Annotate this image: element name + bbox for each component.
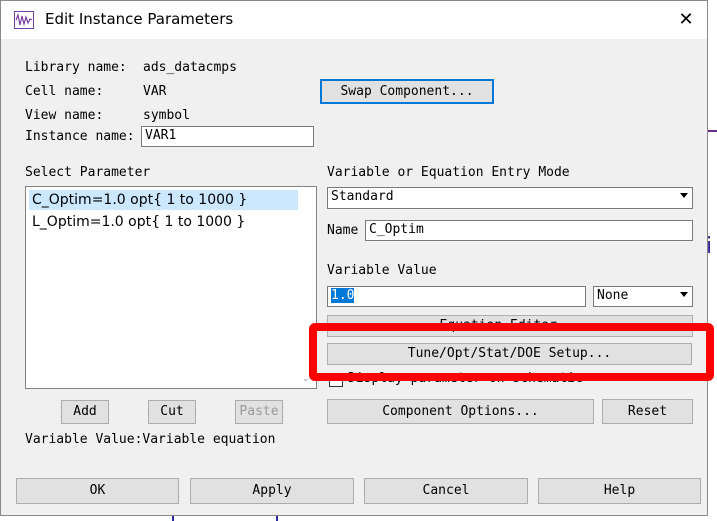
library-name-label: Library name: (25, 60, 127, 75)
schematic-wire (708, 130, 717, 132)
instance-name-input[interactable]: VAR1 (141, 126, 314, 147)
app-icon (14, 11, 34, 29)
entry-mode-select[interactable]: Standard (327, 187, 693, 209)
ok-button[interactable]: OK (16, 478, 179, 504)
entry-mode-value: Standard (331, 189, 394, 204)
list-item[interactable]: L_Optim=1.0 opt{ 1 to 1000 } (29, 212, 248, 232)
parameter-list[interactable]: C_Optim=1.0 opt{ 1 to 1000 } L_Optim=1.0… (25, 186, 317, 389)
name-label: Name (327, 223, 359, 238)
name-input[interactable]: C_Optim (365, 220, 693, 241)
view-name-value: symbol (143, 108, 190, 123)
chevron-down-icon (680, 193, 688, 198)
variable-value-input[interactable]: 1.0 (327, 286, 586, 307)
paste-button[interactable]: Paste (235, 400, 283, 424)
title-bar: Edit Instance Parameters ✕ (1, 1, 707, 39)
help-button[interactable]: Help (538, 478, 701, 504)
instance-name-label: Instance name: (25, 129, 135, 144)
variable-value-label: Variable Value (327, 263, 437, 278)
unit-value: None (597, 288, 629, 303)
apply-button[interactable]: Apply (190, 478, 354, 504)
library-name-value: ads_datacmps (143, 60, 237, 75)
selected-value-text: 1.0 (331, 288, 355, 303)
cancel-button[interactable]: Cancel (364, 478, 528, 504)
cut-button[interactable]: Cut (148, 400, 196, 424)
highlight-box (309, 323, 714, 381)
chevron-down-icon (680, 292, 688, 297)
cell-name-value: VAR (143, 84, 167, 99)
add-button[interactable]: Add (61, 400, 109, 424)
window-title: Edit Instance Parameters (45, 10, 234, 28)
list-item[interactable]: C_Optim=1.0 opt{ 1 to 1000 } (29, 190, 298, 210)
unit-select[interactable]: None (593, 286, 693, 307)
edit-instance-dialog: Edit Instance Parameters ✕ Library name:… (0, 0, 708, 516)
view-name-label: View name: (25, 108, 104, 123)
close-icon[interactable]: ✕ (671, 7, 701, 33)
select-parameter-label: Select Parameter (25, 165, 151, 180)
component-options-button[interactable]: Component Options... (327, 399, 594, 424)
status-text: Variable Value:Variable equation (25, 432, 276, 447)
cell-name-label: Cell name: (25, 84, 104, 99)
reset-button[interactable]: Reset (602, 399, 693, 424)
entry-mode-label: Variable or Equation Entry Mode (327, 165, 570, 180)
swap-component-button[interactable]: Swap Component... (320, 79, 494, 104)
